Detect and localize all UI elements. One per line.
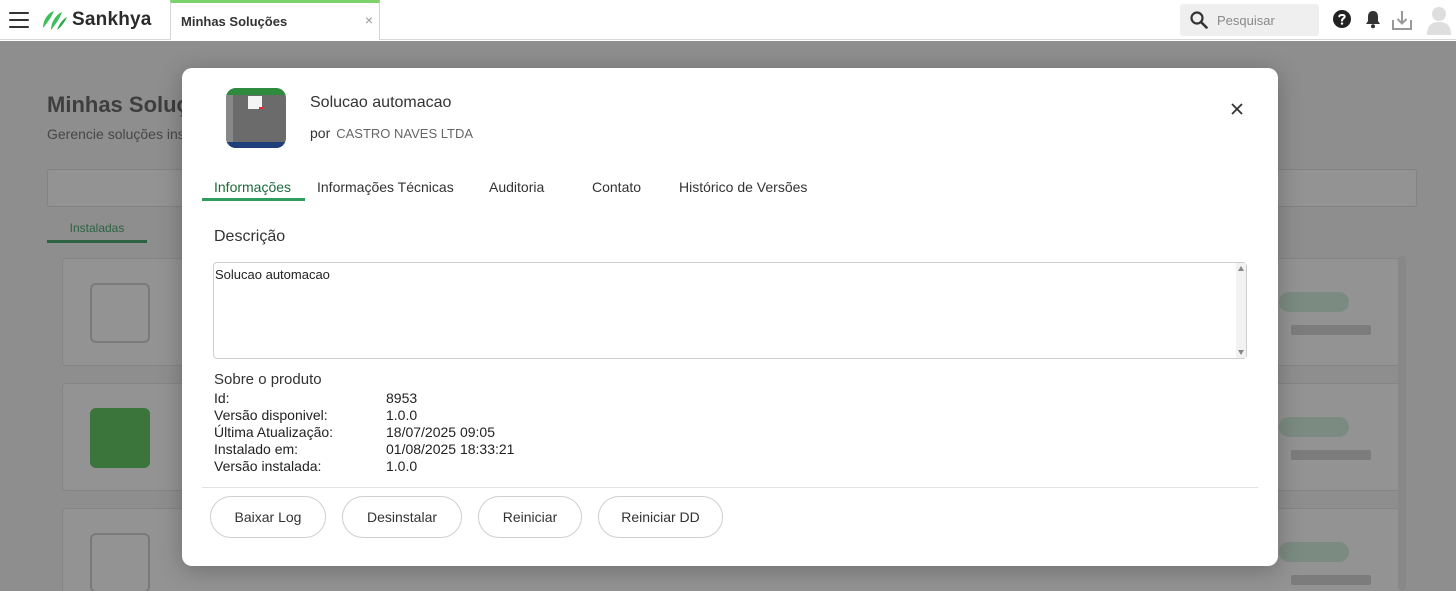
info-row-available-version: Versão disponivel: 1.0.0 <box>214 407 814 424</box>
app-name: Solucao automacao <box>310 94 452 111</box>
notification-bell-icon[interactable] <box>1364 9 1382 29</box>
app-thumbnail <box>226 88 286 148</box>
tab-auditoria[interactable]: Auditoria <box>477 173 556 201</box>
info-value: 01/08/2025 18:33:21 <box>386 441 515 457</box>
help-icon[interactable] <box>1332 9 1352 29</box>
vendor-line: por CASTRO NAVES LTDA <box>310 125 473 141</box>
description-title: Descrição <box>214 228 286 245</box>
description-scrollbar[interactable] <box>1236 263 1246 358</box>
description-text: Solucao automacao <box>215 267 330 282</box>
search-icon <box>1190 11 1208 29</box>
solution-details-modal: Solucao automacao por CASTRO NAVES LTDA I… <box>182 68 1278 566</box>
vendor-name: CASTRO NAVES LTDA <box>336 126 474 141</box>
info-key: Instalado em: <box>214 441 299 457</box>
info-value: 8953 <box>386 390 418 406</box>
by-label: por <box>310 125 331 141</box>
info-value: 1.0.0 <box>386 407 418 423</box>
info-row-id: Id: 8953 <box>214 390 814 407</box>
info-key: Última Atualização: <box>214 424 334 440</box>
tab-minhas-solucoes[interactable]: Minhas Soluções × <box>170 0 380 40</box>
tab-close-icon[interactable]: × <box>365 12 373 28</box>
info-key: Versão disponivel: <box>214 407 328 423</box>
sankhya-logo-icon <box>43 11 67 30</box>
footer-divider <box>202 487 1258 488</box>
uninstall-button[interactable]: Desinstalar <box>342 496 462 538</box>
description-textarea[interactable]: Solucao automacao <box>213 262 1247 359</box>
tab-label: Minhas Soluções <box>181 14 288 29</box>
modal-tabs: Informações Informações Técnicas Auditor… <box>202 173 1258 201</box>
scroll-up-icon[interactable] <box>1238 266 1244 271</box>
info-row-last-update: Última Atualização: 18/07/2025 09:05 <box>214 424 814 441</box>
search-input[interactable]: Pesquisar <box>1180 4 1319 36</box>
restart-dd-button[interactable]: Reiniciar DD <box>598 496 723 538</box>
tab-historico-versoes[interactable]: Histórico de Versões <box>667 173 819 201</box>
logo-text: Sankhya <box>72 9 152 30</box>
restart-button[interactable]: Reiniciar <box>478 496 582 538</box>
sankhya-logo[interactable]: Sankhya <box>40 7 152 33</box>
info-key: Versão instalada: <box>214 458 322 474</box>
page-scrollbar <box>1398 256 1406 591</box>
scroll-down-icon[interactable] <box>1238 350 1244 355</box>
info-value: 18/07/2025 09:05 <box>386 424 495 440</box>
tab-informacoes-tecnicas[interactable]: Informações Técnicas <box>305 173 466 201</box>
download-log-button[interactable]: Baixar Log <box>210 496 326 538</box>
menu-icon[interactable] <box>9 12 29 28</box>
download-icon[interactable] <box>1391 9 1413 31</box>
search-placeholder: Pesquisar <box>1217 13 1275 28</box>
info-value: 1.0.0 <box>386 458 418 474</box>
info-row-installed-version: Versão instalada: 1.0.0 <box>214 458 814 475</box>
close-icon[interactable] <box>1226 98 1248 120</box>
about-title: Sobre o produto <box>214 371 322 388</box>
info-key: Id: <box>214 390 230 406</box>
top-bar: Sankhya Minhas Soluções × Pesquisar <box>0 0 1456 40</box>
tab-informacoes[interactable]: Informações <box>202 173 305 201</box>
info-row-installed-at: Instalado em: 01/08/2025 18:33:21 <box>214 441 814 458</box>
tab-contato[interactable]: Contato <box>580 173 653 201</box>
user-avatar-icon[interactable] <box>1426 5 1452 35</box>
